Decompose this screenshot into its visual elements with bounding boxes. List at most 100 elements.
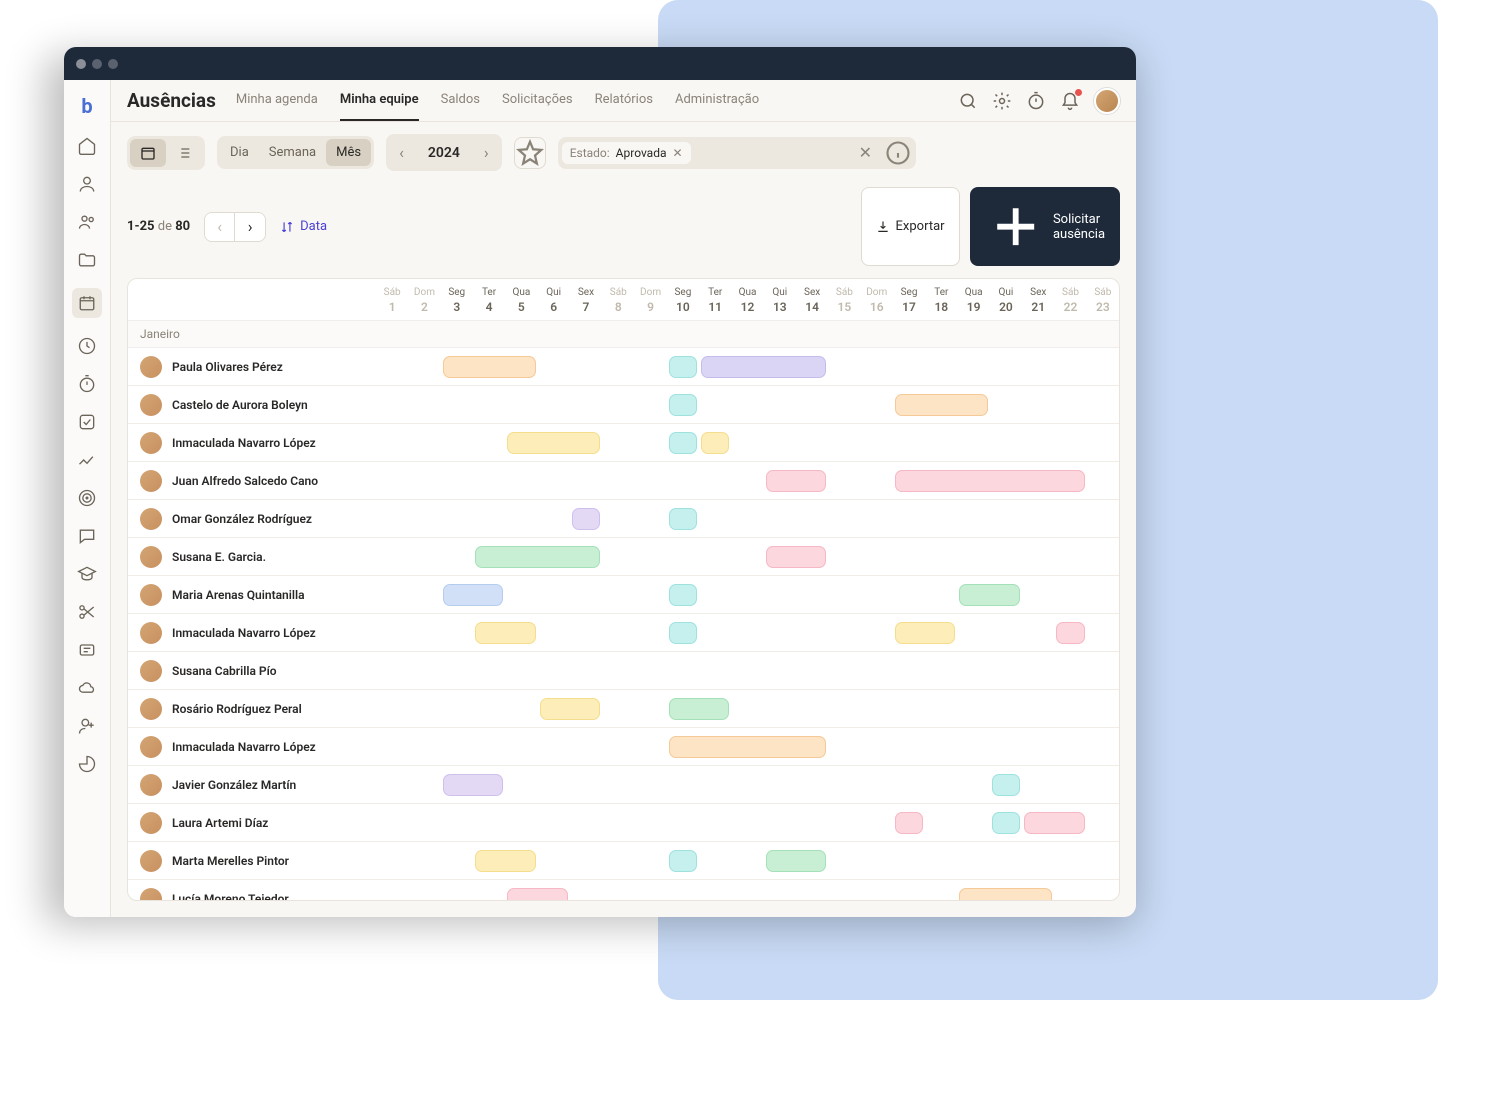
tab-saldos[interactable]: Saldos xyxy=(441,80,480,121)
period-dia[interactable]: Dia xyxy=(220,139,259,166)
clock-icon[interactable] xyxy=(77,336,97,356)
absence-pill[interactable] xyxy=(669,432,697,454)
stopwatch-icon[interactable] xyxy=(77,374,97,394)
absence-pill[interactable] xyxy=(895,470,1085,492)
absence-pill[interactable] xyxy=(669,356,697,378)
absence-pill[interactable] xyxy=(1056,622,1084,644)
traffic-light-max[interactable] xyxy=(108,59,118,69)
absence-pill[interactable] xyxy=(507,888,568,900)
employee-avatar[interactable] xyxy=(140,774,162,796)
employee-avatar[interactable] xyxy=(140,812,162,834)
absence-pill[interactable] xyxy=(443,774,504,796)
absence-pill[interactable] xyxy=(959,888,1052,900)
employee-avatar[interactable] xyxy=(140,356,162,378)
calendar-icon[interactable] xyxy=(72,288,102,318)
absence-pill[interactable] xyxy=(475,850,536,872)
absence-pill[interactable] xyxy=(540,698,601,720)
calendar-view-icon[interactable] xyxy=(130,139,166,167)
absence-pill[interactable] xyxy=(572,508,600,530)
absence-pill[interactable] xyxy=(669,850,697,872)
target-icon[interactable] xyxy=(77,488,97,508)
employee-avatar[interactable] xyxy=(140,698,162,720)
employee-avatar[interactable] xyxy=(140,888,162,900)
employee-avatar[interactable] xyxy=(140,394,162,416)
year-next[interactable]: › xyxy=(474,137,499,168)
employee-avatar[interactable] xyxy=(140,470,162,492)
absence-pill[interactable] xyxy=(1024,812,1085,834)
employee-avatar[interactable] xyxy=(140,622,162,644)
period-semana[interactable]: Semana xyxy=(259,139,326,166)
checkbox-icon[interactable] xyxy=(77,412,97,432)
user-avatar[interactable] xyxy=(1094,88,1120,114)
user-icon[interactable] xyxy=(77,174,97,194)
employee-avatar[interactable] xyxy=(140,546,162,568)
absence-pill[interactable] xyxy=(475,546,600,568)
absence-pill[interactable] xyxy=(895,622,956,644)
absence-pill[interactable] xyxy=(669,698,730,720)
chat-icon[interactable] xyxy=(77,526,97,546)
absence-pill[interactable] xyxy=(669,394,697,416)
traffic-light-min[interactable] xyxy=(92,59,102,69)
cloud-icon[interactable] xyxy=(77,678,97,698)
absence-pill[interactable] xyxy=(992,812,1020,834)
filter-label: Estado: xyxy=(570,146,610,160)
receipt-icon[interactable] xyxy=(77,640,97,660)
employee-avatar[interactable] xyxy=(140,850,162,872)
absence-pill[interactable] xyxy=(992,774,1020,796)
tab-minha-equipe[interactable]: Minha equipe xyxy=(340,80,419,121)
page-next[interactable]: › xyxy=(235,213,265,241)
traffic-light-close[interactable] xyxy=(76,59,86,69)
absence-pill[interactable] xyxy=(669,736,827,758)
tab-relatórios[interactable]: Relatórios xyxy=(595,80,653,121)
scissors-icon[interactable] xyxy=(77,602,97,622)
user-plus-icon[interactable] xyxy=(77,716,97,736)
chart-icon[interactable] xyxy=(77,450,97,470)
users-icon[interactable] xyxy=(77,212,97,232)
absence-pill[interactable] xyxy=(701,432,729,454)
absence-pill[interactable] xyxy=(959,584,1020,606)
absence-pill[interactable] xyxy=(766,546,827,568)
year-prev[interactable]: ‹ xyxy=(389,137,414,168)
tab-minha-agenda[interactable]: Minha agenda xyxy=(236,80,318,121)
absence-pill[interactable] xyxy=(895,812,923,834)
app-logo[interactable]: b xyxy=(75,94,99,118)
employee-avatar[interactable] xyxy=(140,736,162,758)
export-button[interactable]: Exportar xyxy=(861,187,960,266)
pie-icon[interactable] xyxy=(77,754,97,774)
absence-pill[interactable] xyxy=(669,622,697,644)
tab-solicitações[interactable]: Solicitações xyxy=(502,80,573,121)
info-icon[interactable] xyxy=(884,139,912,167)
absence-pill[interactable] xyxy=(766,850,827,872)
filter-remove-icon[interactable]: ✕ xyxy=(673,146,683,160)
absence-pill[interactable] xyxy=(443,584,504,606)
timer-icon[interactable] xyxy=(1026,91,1046,111)
absence-pill[interactable] xyxy=(895,394,988,416)
absence-pill[interactable] xyxy=(701,356,826,378)
absence-pill[interactable] xyxy=(507,432,600,454)
folder-icon[interactable] xyxy=(77,250,97,270)
period-mês[interactable]: Mês xyxy=(326,139,371,166)
absence-pill[interactable] xyxy=(669,508,697,530)
absence-pill[interactable] xyxy=(766,470,827,492)
employee-avatar[interactable] xyxy=(140,508,162,530)
home-icon[interactable] xyxy=(77,136,97,156)
list-view-icon[interactable] xyxy=(166,139,202,167)
bell-icon[interactable] xyxy=(1060,91,1080,111)
favorite-button[interactable] xyxy=(514,137,546,169)
employee-avatar[interactable] xyxy=(140,584,162,606)
year-nav: ‹ 2024 › xyxy=(386,134,502,171)
gear-icon[interactable] xyxy=(992,91,1012,111)
page-prev[interactable]: ‹ xyxy=(205,213,235,241)
graduation-icon[interactable] xyxy=(77,564,97,584)
filter-clear-icon[interactable]: ✕ xyxy=(853,143,878,162)
search-icon[interactable] xyxy=(958,91,978,111)
tab-administração[interactable]: Administração xyxy=(675,80,759,121)
employee-name: Rosário Rodríguez Peral xyxy=(172,702,302,716)
employee-avatar[interactable] xyxy=(140,660,162,682)
request-absence-button[interactable]: Solicitar ausência xyxy=(970,187,1120,266)
employee-avatar[interactable] xyxy=(140,432,162,454)
absence-pill[interactable] xyxy=(669,584,697,606)
sort-button[interactable]: Data xyxy=(280,219,327,234)
absence-pill[interactable] xyxy=(443,356,536,378)
absence-pill[interactable] xyxy=(475,622,536,644)
